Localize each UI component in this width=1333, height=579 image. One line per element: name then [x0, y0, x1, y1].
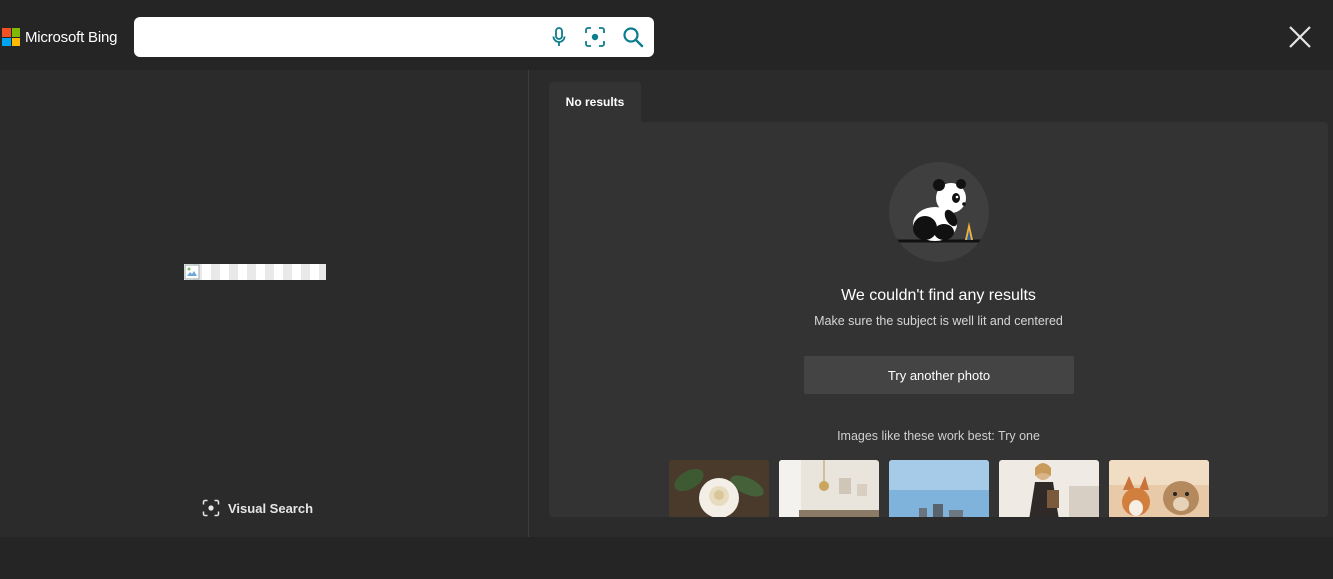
uploaded-image-pane: Visual Search	[0, 70, 528, 537]
no-results-subtitle: Make sure the subject is well lit and ce…	[814, 314, 1063, 328]
close-icon[interactable]	[1286, 23, 1314, 51]
search-input[interactable]	[146, 25, 536, 49]
bing-logo[interactable]: Microsoft Bing	[2, 28, 117, 46]
search-icon[interactable]	[621, 25, 645, 49]
results-card: We couldn't find any results Make sure t…	[549, 122, 1328, 517]
results-pane: No results We couldn't find any results …	[529, 70, 1333, 537]
microsoft-logo-icon	[2, 28, 20, 46]
broken-image-icon	[184, 264, 200, 280]
example-image-sky[interactable]	[889, 460, 989, 517]
no-results-title: We couldn't find any results	[841, 287, 1036, 304]
examples-label: Images like these work best: Try one	[837, 429, 1040, 443]
example-image-dogs[interactable]	[1109, 460, 1209, 517]
example-image-rose[interactable]	[669, 460, 769, 517]
visual-search-label: Visual Search	[228, 500, 314, 516]
logo-text: Microsoft Bing	[25, 28, 118, 46]
example-image-interior[interactable]	[779, 460, 879, 517]
uploaded-image[interactable]	[184, 264, 326, 280]
example-image-person[interactable]	[999, 460, 1099, 517]
visual-search-icon	[202, 499, 220, 517]
top-bar: Microsoft Bing	[0, 0, 1333, 70]
try-another-photo-button[interactable]: Try another photo	[804, 356, 1074, 394]
panda-illustration	[889, 162, 989, 262]
search-box	[134, 17, 654, 57]
example-images	[669, 460, 1209, 517]
microphone-icon[interactable]	[547, 25, 571, 49]
bottom-bar	[0, 537, 1333, 579]
visual-search-button[interactable]: Visual Search	[202, 499, 313, 517]
visual-search-icon[interactable]	[583, 25, 607, 49]
tab-no-results[interactable]: No results	[549, 82, 641, 122]
